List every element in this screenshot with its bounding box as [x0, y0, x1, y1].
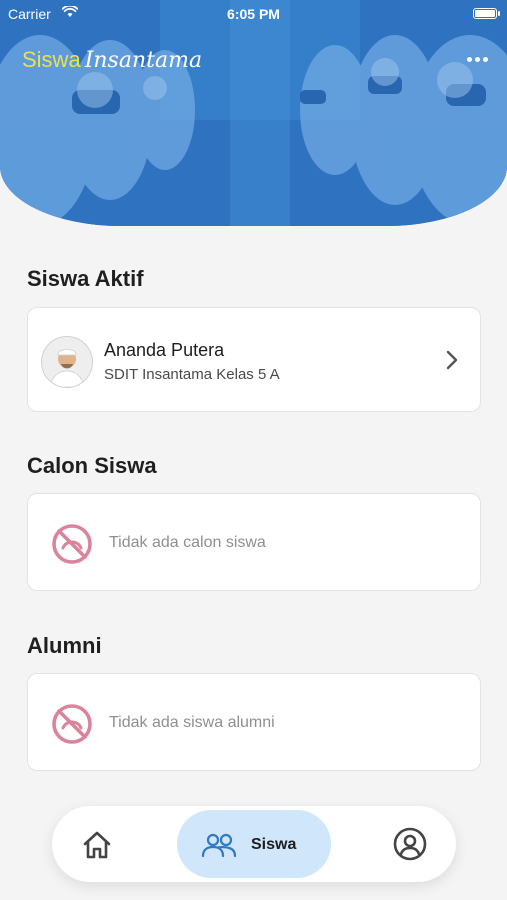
app-brand: Siswa Insantama: [22, 47, 202, 73]
brand-word-siswa: Siswa: [22, 47, 81, 72]
section-title-active: Siswa Aktif: [27, 266, 144, 291]
chevron-right-icon: [446, 350, 458, 375]
no-data-icon: [51, 703, 93, 750]
student-avatar: [41, 336, 93, 388]
section-title-alumni: Alumni: [27, 633, 102, 658]
clock: 6:05 PM: [227, 6, 280, 22]
student-name: Ananda Putera: [104, 340, 225, 360]
nav-siswa-tab[interactable]: Siswa: [177, 810, 331, 878]
candidates-empty-text: Tidak ada calon siswa: [109, 534, 266, 551]
battery-icon: [473, 8, 500, 19]
alumni-empty-text: Tidak ada siswa alumni: [109, 714, 275, 731]
brand-word-insantama: Insantama: [84, 48, 203, 73]
more-options-icon[interactable]: [467, 55, 489, 63]
users-icon: [201, 832, 237, 863]
header-photo: [0, 0, 507, 226]
no-data-icon: [51, 523, 93, 570]
student-class: SDIT Insantama Kelas 5 A: [104, 366, 280, 383]
alumni-empty-card: Tidak ada siswa alumni: [27, 673, 481, 771]
home-icon[interactable]: [81, 829, 113, 861]
nav-siswa-label: Siswa: [251, 836, 297, 853]
bottom-navigation: Siswa: [52, 806, 456, 882]
header-banner: Carrier 6:05 PM Siswa Insantama: [0, 0, 507, 226]
candidates-empty-card: Tidak ada calon siswa: [27, 493, 481, 591]
status-bar: Carrier 6:05 PM: [0, 0, 507, 30]
user-circle-icon[interactable]: [393, 827, 427, 861]
section-title-candidates: Calon Siswa: [27, 453, 157, 478]
active-student-card[interactable]: Ananda Putera SDIT Insantama Kelas 5 A: [27, 307, 481, 412]
